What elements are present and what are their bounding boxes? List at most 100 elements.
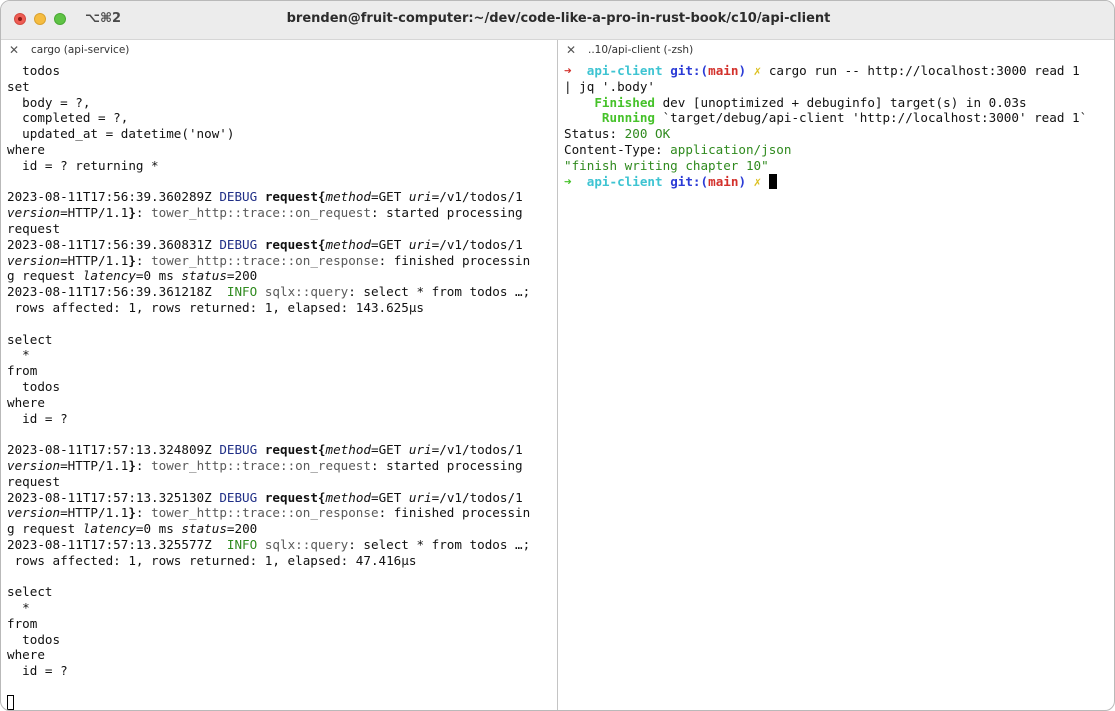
terminal-text: request bbox=[7, 220, 61, 236]
terminal-text: : select * from todos …; bbox=[348, 536, 531, 552]
terminal-text: version bbox=[7, 457, 61, 473]
terminal-line: 2023-08-11T17:56:39.361218Z INFO sqlx::q… bbox=[7, 284, 557, 300]
terminal-text: updated_at = datetime('now') bbox=[7, 126, 235, 142]
terminal-line: * bbox=[7, 347, 557, 363]
terminal-text: rows affected: 1, rows returned: 1, elap… bbox=[7, 552, 417, 568]
terminal-text: =/v1/todos/1 bbox=[431, 442, 523, 458]
terminal-text: request{ bbox=[264, 442, 326, 458]
terminal-text: method bbox=[325, 189, 372, 205]
close-icon[interactable]: ✕ bbox=[566, 42, 576, 58]
terminal-text: sqlx::query bbox=[264, 536, 349, 552]
terminal-text: =GET bbox=[371, 489, 409, 505]
terminal-text: `target/debug/api-client 'http://localho… bbox=[655, 110, 1088, 126]
terminal-text: ) bbox=[738, 63, 747, 78]
left-terminal-output[interactable]: todos set body = ?, completed = ?, update… bbox=[7, 63, 557, 710]
terminal-text: todos bbox=[7, 63, 61, 78]
terminal-line: where bbox=[7, 395, 557, 411]
close-icon[interactable]: ✕ bbox=[9, 42, 19, 58]
terminal-text: =HTTP/1.1 bbox=[60, 457, 129, 473]
terminal-text: } bbox=[128, 505, 136, 521]
terminal-line: id = ? bbox=[7, 663, 557, 679]
terminal-text: } bbox=[128, 205, 136, 221]
terminal-text: DEBUG bbox=[219, 442, 258, 458]
terminal-text: Content-Type: bbox=[564, 141, 671, 157]
terminal-line: request bbox=[7, 474, 557, 490]
terminal-text: method bbox=[325, 236, 372, 252]
terminal-text: } bbox=[128, 457, 136, 473]
terminal-text: where bbox=[7, 394, 45, 410]
terminal-line: select bbox=[7, 584, 557, 600]
terminal-text: tower_http::trace::on_request bbox=[151, 205, 371, 221]
terminal-text: =/v1/todos/1 bbox=[431, 236, 523, 252]
right-terminal-output[interactable]: ➜ api-client git:(main) ✗ cargo run -- h… bbox=[564, 63, 1114, 189]
terminal-text: =/v1/todos/1 bbox=[431, 489, 523, 505]
terminal-line: version=HTTP/1.1}: tower_http::trace::on… bbox=[7, 505, 557, 521]
terminal-text: 2023-08-11T17:57:13.324809Z bbox=[7, 442, 220, 458]
terminal-text: INFO bbox=[226, 536, 258, 552]
terminal-text: request{ bbox=[264, 189, 326, 205]
terminal-line: id = ? returning * bbox=[7, 158, 557, 174]
left-pane-tab[interactable]: ✕ cargo (api-service) bbox=[1, 40, 557, 60]
terminal-text: : finished processin bbox=[378, 505, 531, 521]
terminal-line: where bbox=[7, 647, 557, 663]
terminal-text: git:( bbox=[670, 63, 709, 78]
terminal-line: Running `target/debug/api-client 'http:/… bbox=[564, 110, 1114, 126]
terminal-text: select bbox=[7, 584, 53, 600]
terminal-text: tower_http::trace::on_request bbox=[151, 457, 371, 473]
left-pane[interactable]: ✕ cargo (api-service) todos set body = ?,… bbox=[1, 40, 557, 710]
terminal-line: rows affected: 1, rows returned: 1, elap… bbox=[7, 553, 557, 569]
terminal-text: sqlx::query bbox=[264, 284, 349, 300]
terminal-text: api-client bbox=[586, 63, 663, 78]
terminal-text: ➜ bbox=[564, 63, 572, 78]
terminal-text: rows affected: 1, rows returned: 1, elap… bbox=[7, 299, 425, 315]
terminal-text: =HTTP/1.1 bbox=[60, 252, 129, 268]
terminal-text: =200 bbox=[226, 521, 258, 537]
terminal-text: version bbox=[7, 205, 61, 221]
terminal-text: tower_http::trace::on_response bbox=[151, 252, 379, 268]
terminal-text: DEBUG bbox=[219, 489, 258, 505]
right-pane-tab[interactable]: ✕ ..10/api-client (-zsh) bbox=[558, 40, 1114, 60]
terminal-line: rows affected: 1, rows returned: 1, elap… bbox=[7, 300, 557, 316]
terminal-text: where bbox=[7, 647, 45, 663]
terminal-text: 2023-08-11T17:56:39.361218Z bbox=[7, 284, 227, 300]
terminal-text: version bbox=[7, 252, 61, 268]
text-cursor bbox=[768, 173, 777, 189]
terminal-text: uri bbox=[408, 489, 432, 505]
right-pane[interactable]: ✕ ..10/api-client (-zsh) ➜ api-client gi… bbox=[558, 40, 1114, 710]
terminal-text: api-client bbox=[586, 173, 663, 189]
terminal-text: from bbox=[7, 615, 38, 631]
terminal-text: id = ? returning * bbox=[7, 157, 159, 173]
terminal-text: =HTTP/1.1 bbox=[60, 205, 129, 221]
terminal-text: : bbox=[135, 505, 152, 521]
terminal-text: application/json bbox=[670, 141, 792, 157]
terminal-text: =HTTP/1.1 bbox=[60, 505, 129, 521]
terminal-text: g request bbox=[7, 521, 83, 537]
terminal-text: =GET bbox=[371, 189, 409, 205]
terminal-text: latency bbox=[82, 521, 136, 537]
terminal-text: cargo run -- http://localhost:3000 read … bbox=[761, 63, 1080, 78]
terminal-text: ) bbox=[738, 173, 747, 189]
terminal-text: } bbox=[128, 252, 136, 268]
terminal-text: ➜ bbox=[564, 173, 572, 189]
terminal-line: request bbox=[7, 221, 557, 237]
terminal-line: todos bbox=[7, 632, 557, 648]
terminal-text: body = ?, bbox=[7, 94, 91, 110]
terminal-text: : bbox=[135, 252, 152, 268]
terminal-text: =0 ms bbox=[135, 521, 182, 537]
terminal-text: tower_http::trace::on_response bbox=[151, 505, 379, 521]
terminal-text: * bbox=[7, 600, 30, 616]
terminal-text: : select * from todos …; bbox=[348, 284, 531, 300]
terminal-line: * bbox=[7, 600, 557, 616]
terminal-text: uri bbox=[408, 189, 432, 205]
terminal-text: : finished processin bbox=[378, 252, 531, 268]
terminal-text: main bbox=[708, 63, 739, 78]
